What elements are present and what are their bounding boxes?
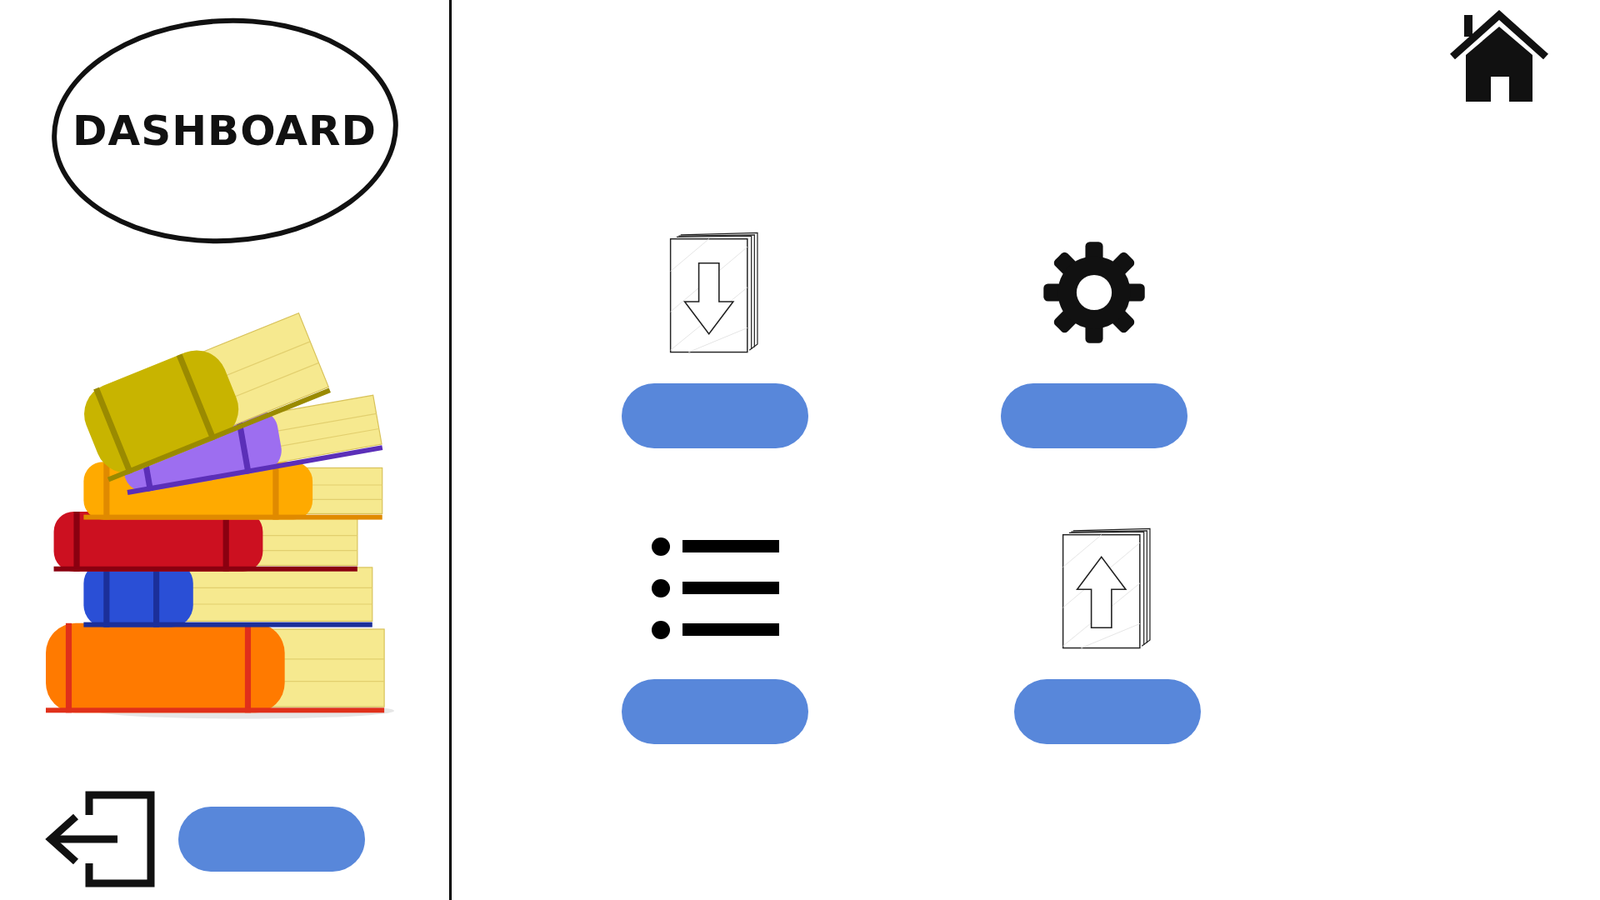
action-card <box>621 525 809 745</box>
logout-button[interactable] <box>178 806 365 872</box>
main-panel <box>451 0 1600 900</box>
upload-button[interactable] <box>1014 679 1201 745</box>
dashboard-page: DASHBOARD <box>0 0 1600 900</box>
book-download-icon <box>668 230 762 355</box>
download-button[interactable] <box>621 383 809 449</box>
logout-row <box>0 790 450 889</box>
action-card <box>621 230 809 449</box>
home-icon[interactable] <box>1449 10 1550 104</box>
action-card <box>1000 230 1188 449</box>
top-bar <box>451 0 1600 117</box>
list-icon <box>650 536 780 640</box>
list-button[interactable] <box>621 679 809 745</box>
action-card <box>1014 525 1201 745</box>
book-upload-icon <box>1060 526 1155 650</box>
settings-button[interactable] <box>1000 383 1188 449</box>
action-icon-box <box>668 230 762 355</box>
gear-icon <box>1039 237 1150 348</box>
dashboard-title: DASHBOARD <box>72 106 377 155</box>
action-icon-box <box>1060 525 1155 651</box>
logout-icon[interactable] <box>42 790 155 889</box>
sidebar: DASHBOARD <box>0 0 452 900</box>
books-illustration <box>45 312 405 721</box>
title-badge: DASHBOARD <box>45 9 405 252</box>
action-icon-box <box>650 525 780 651</box>
action-icon-box <box>1039 230 1150 355</box>
action-grid <box>451 230 1600 745</box>
